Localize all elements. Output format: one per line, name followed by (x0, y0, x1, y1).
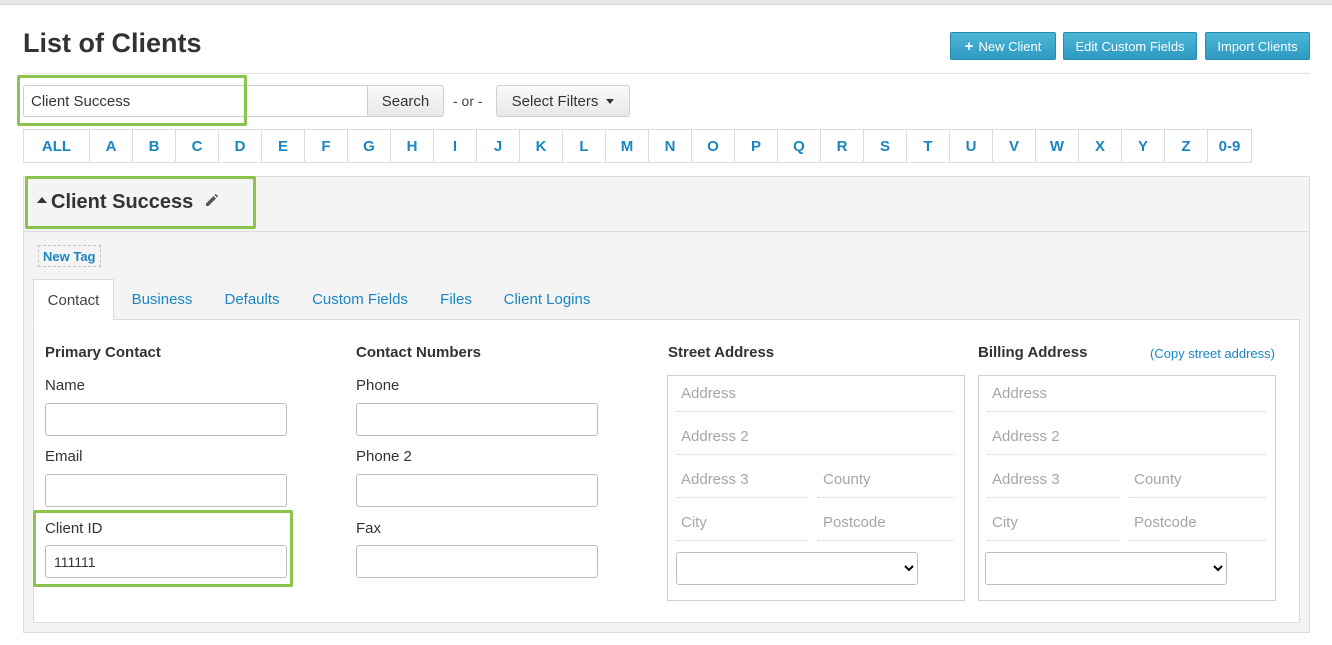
client-panel-header: Client Success (24, 177, 1309, 232)
alpha-filter-b[interactable]: B (133, 130, 176, 162)
client-name-title: Client Success (51, 191, 194, 213)
alpha-filter-p[interactable]: P (735, 130, 778, 162)
client-panel: Client Success New Tag Contact Business … (23, 176, 1310, 633)
street-address-field[interactable] (676, 376, 954, 412)
street-postcode-field[interactable] (818, 505, 954, 541)
alpha-filter-m[interactable]: M (606, 130, 649, 162)
street-address2-field[interactable] (676, 419, 954, 455)
alpha-filter-l[interactable]: L (563, 130, 606, 162)
alpha-filter-j[interactable]: J (477, 130, 520, 162)
alpha-filter-y[interactable]: Y (1122, 130, 1165, 162)
street-address-title: Street Address (668, 344, 775, 361)
alpha-filter-h[interactable]: H (391, 130, 434, 162)
contact-tab-content: Primary Contact Name Email Client ID Con… (33, 319, 1300, 623)
select-filters-button[interactable]: Select Filters (496, 85, 630, 117)
alpha-filter-v[interactable]: V (993, 130, 1036, 162)
header-divider (23, 73, 1310, 74)
select-filters-label: Select Filters (511, 92, 599, 110)
alpha-filter-d[interactable]: D (219, 130, 262, 162)
billing-address2-field[interactable] (987, 419, 1265, 455)
phone2-label: Phone 2 (356, 448, 412, 465)
alpha-filter-all[interactable]: ALL (24, 130, 90, 162)
email-label: Email (45, 448, 83, 465)
alpha-filter-e[interactable]: E (262, 130, 305, 162)
billing-address3-field[interactable] (987, 462, 1119, 498)
alpha-filter-k[interactable]: K (520, 130, 563, 162)
alpha-filter-t[interactable]: T (907, 130, 950, 162)
client-id-field[interactable] (45, 545, 287, 578)
billing-address-field[interactable] (987, 376, 1265, 412)
billing-address-box (978, 375, 1276, 601)
alpha-filter-f[interactable]: F (305, 130, 348, 162)
alpha-filter-c[interactable]: C (176, 130, 219, 162)
billing-country-select[interactable] (985, 552, 1227, 585)
name-field[interactable] (45, 403, 287, 436)
tab-business[interactable]: Business (123, 279, 201, 319)
alpha-filter-n[interactable]: N (649, 130, 692, 162)
fax-label: Fax (356, 520, 382, 537)
phone-field[interactable] (356, 403, 598, 436)
import-clients-button[interactable]: Import Clients (1205, 32, 1310, 60)
new-client-button[interactable]: + New Client (950, 32, 1056, 60)
tab-defaults[interactable]: Defaults (216, 279, 288, 319)
billing-city-field[interactable] (987, 505, 1119, 541)
alpha-filter-x[interactable]: X (1079, 130, 1122, 162)
caret-down-icon (606, 98, 615, 104)
fax-field[interactable] (356, 545, 598, 578)
contact-numbers-title: Contact Numbers (356, 344, 482, 361)
tab-contact[interactable]: Contact (33, 279, 114, 321)
alpha-filter-u[interactable]: U (950, 130, 993, 162)
alpha-filter-w[interactable]: W (1036, 130, 1079, 162)
name-label: Name (45, 377, 86, 394)
copy-street-address-link[interactable]: (Copy street address) (1150, 346, 1275, 361)
alpha-filter-s[interactable]: S (864, 130, 907, 162)
page-title: List of Clients (23, 28, 202, 58)
plus-icon: + (964, 37, 974, 55)
tab-files[interactable]: Files (434, 279, 478, 319)
alpha-filter-z[interactable]: Z (1165, 130, 1208, 162)
edit-custom-fields-button[interactable]: Edit Custom Fields (1063, 32, 1197, 60)
top-bar (0, 0, 1332, 5)
alpha-filter-o[interactable]: O (692, 130, 735, 162)
alpha-filter-i[interactable]: I (434, 130, 477, 162)
client-id-label: Client ID (45, 520, 103, 537)
alpha-filter-r[interactable]: R (821, 130, 864, 162)
street-county-field[interactable] (818, 462, 954, 498)
street-country-select[interactable] (676, 552, 918, 585)
new-client-label: New Client (978, 38, 1042, 54)
phone2-field[interactable] (356, 474, 598, 507)
billing-county-field[interactable] (1129, 462, 1265, 498)
street-address-box (667, 375, 965, 601)
alpha-filter-g[interactable]: G (348, 130, 391, 162)
tab-client-logins[interactable]: Client Logins (499, 279, 595, 319)
search-input[interactable] (23, 85, 368, 117)
billing-address-title: Billing Address (978, 344, 1088, 361)
billing-postcode-field[interactable] (1129, 505, 1265, 541)
alphabet-filter: ALL A B C D E F G H I J K L M N O P Q R S T U V W X Y Z 0-9 (23, 129, 1252, 163)
new-tag-button[interactable]: New Tag (38, 245, 101, 267)
primary-contact-title: Primary Contact (45, 344, 161, 361)
alpha-filter-a[interactable]: A (90, 130, 133, 162)
pencil-icon[interactable] (204, 192, 220, 208)
collapse-caret-icon[interactable] (37, 197, 47, 203)
search-button[interactable]: Search (367, 85, 444, 117)
email-field[interactable] (45, 474, 287, 507)
street-city-field[interactable] (676, 505, 808, 541)
tab-custom-fields[interactable]: Custom Fields (307, 279, 413, 319)
or-separator: - or - (453, 93, 483, 109)
alpha-filter-q[interactable]: Q (778, 130, 821, 162)
street-address3-field[interactable] (676, 462, 808, 498)
alpha-filter-0-9[interactable]: 0-9 (1208, 130, 1251, 162)
phone-label: Phone (356, 377, 400, 394)
